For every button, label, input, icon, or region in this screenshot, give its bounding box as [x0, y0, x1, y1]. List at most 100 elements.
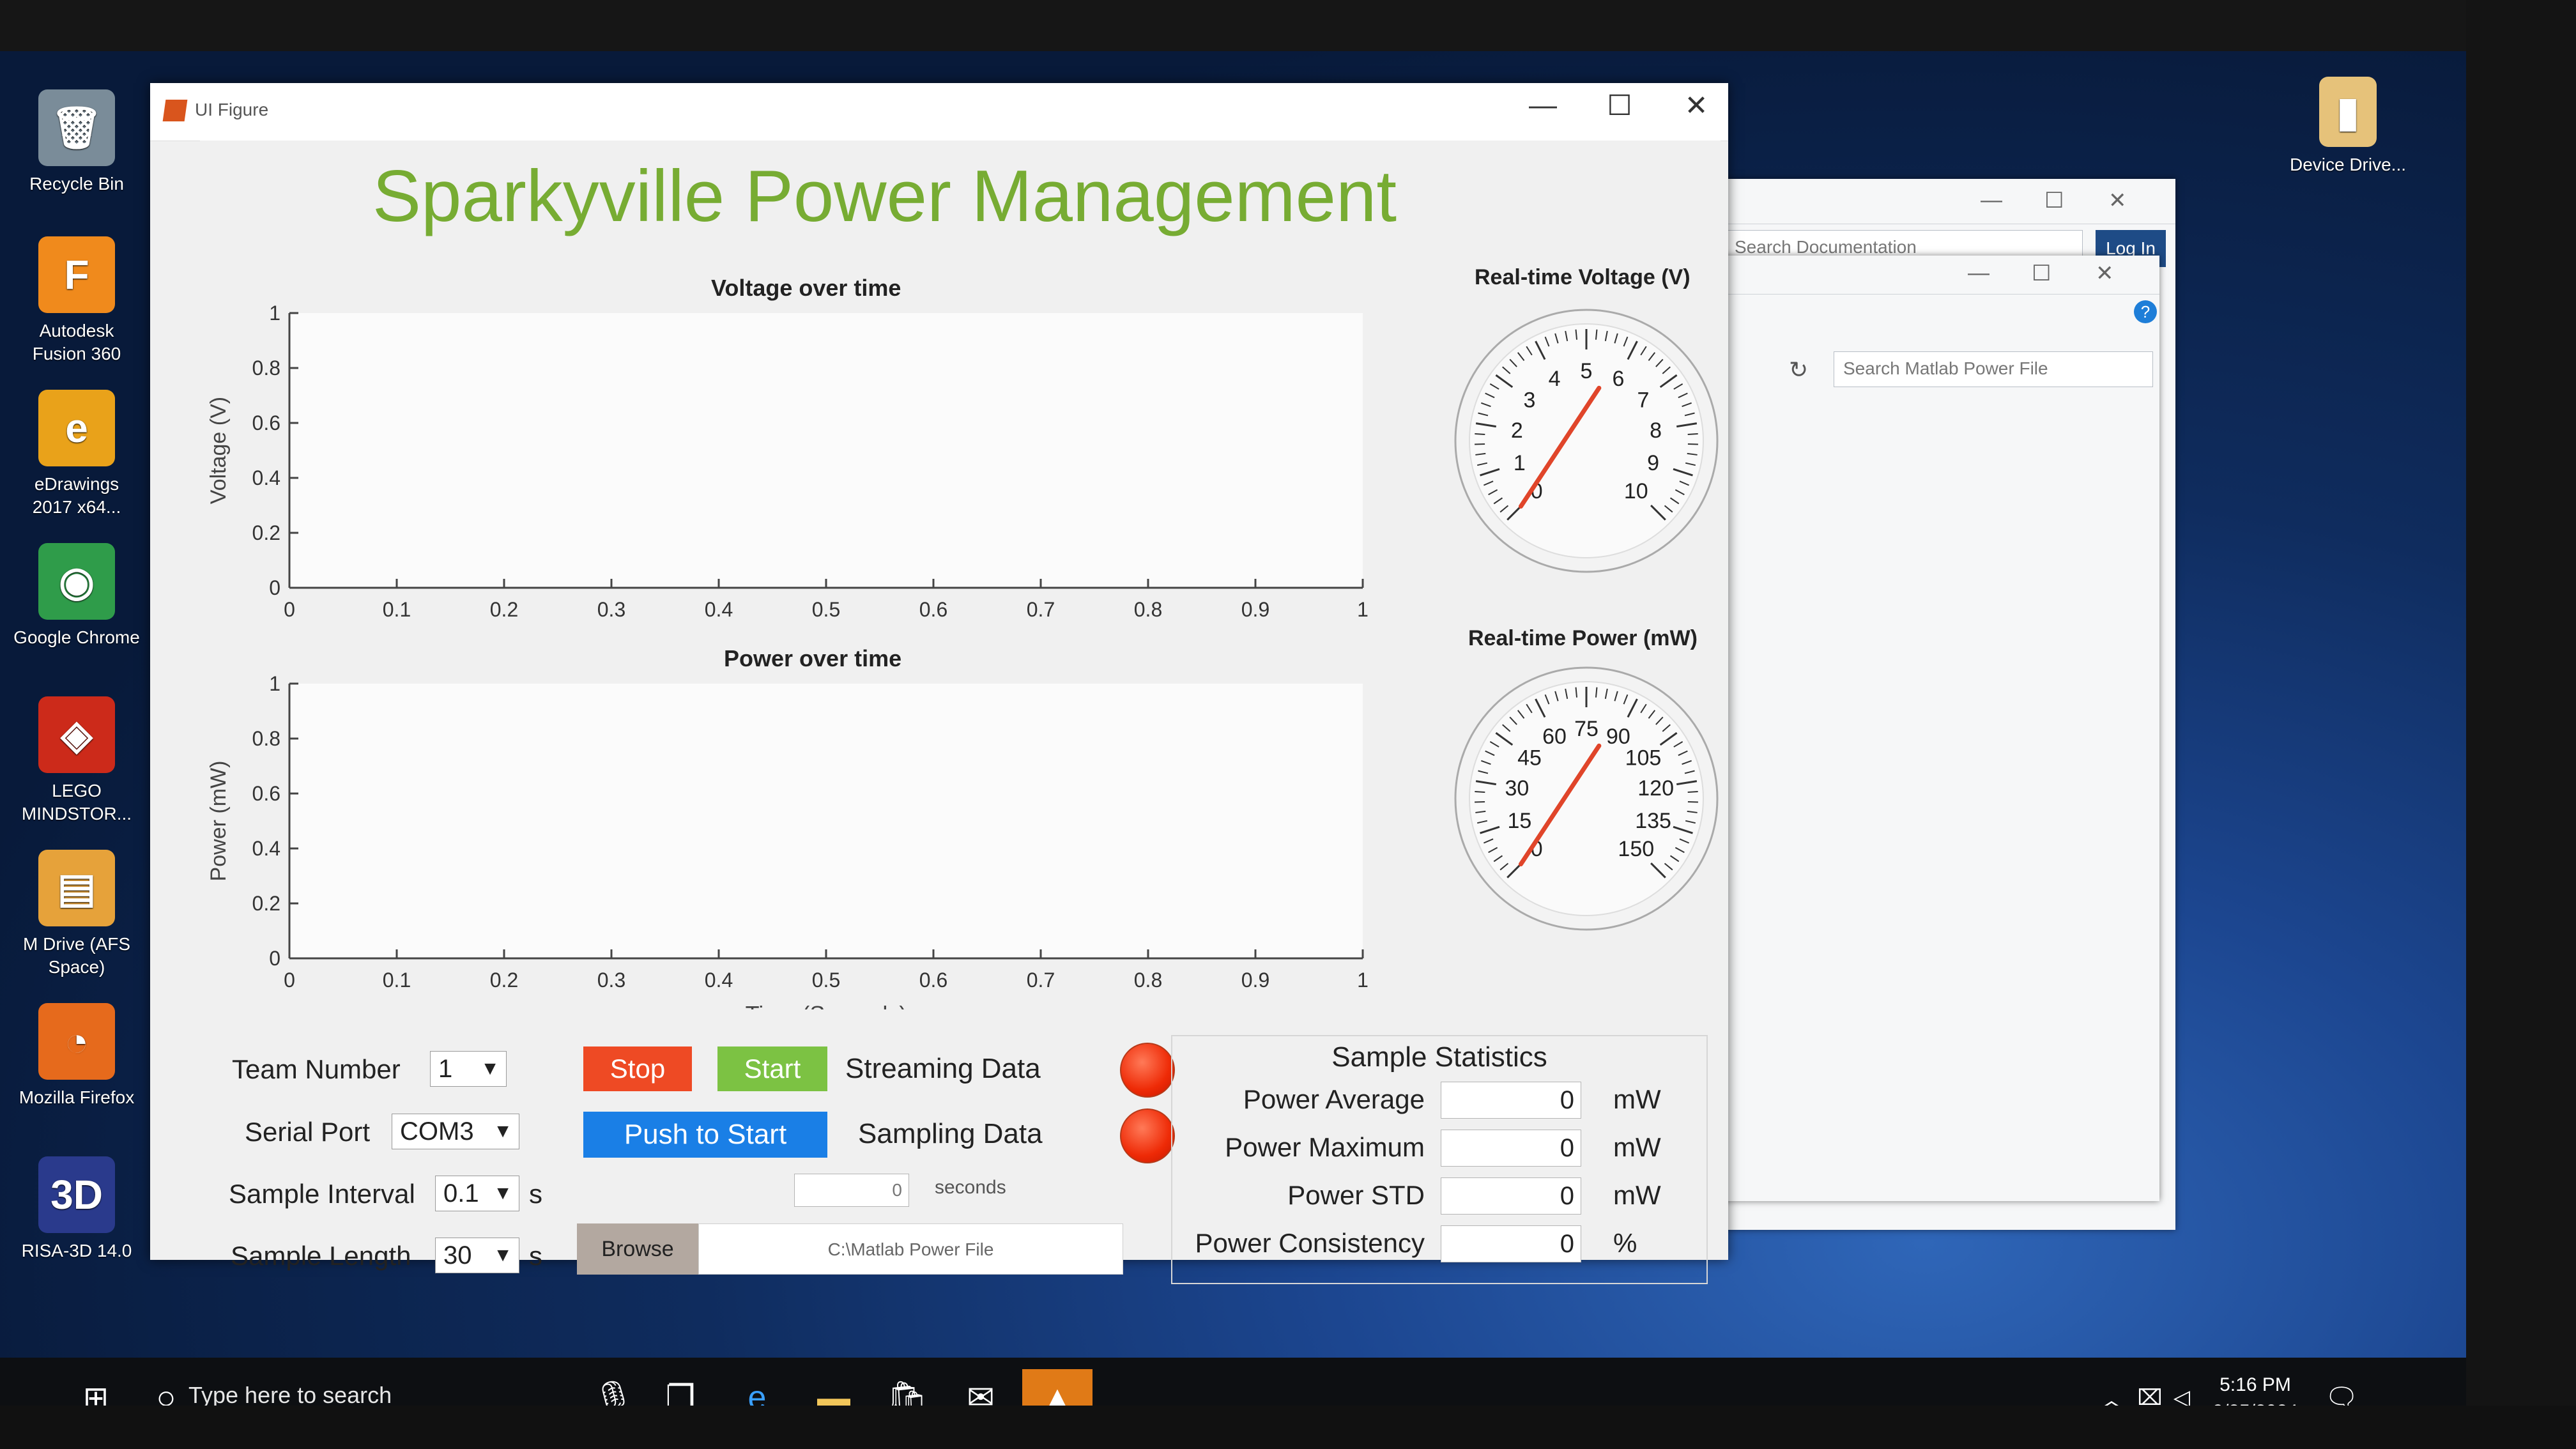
help-icon[interactable]: ?: [2134, 300, 2157, 323]
minimize-icon[interactable]: —: [1981, 188, 2002, 213]
plot-area: [289, 313, 1363, 588]
stat-label: Power Maximum: [1225, 1132, 1425, 1162]
serial-port-dropdown[interactable]: COM3 ▼: [392, 1114, 519, 1149]
maximize-icon[interactable]: ☐: [2044, 188, 2064, 213]
team-number-dropdown[interactable]: 1 ▼: [430, 1051, 507, 1087]
file-window-titlebar: — ☐ ✕: [1712, 256, 2159, 295]
minimize-icon[interactable]: —: [1511, 89, 1575, 121]
file-path-field[interactable]: C:\Matlab Power File: [698, 1223, 1123, 1275]
x-tick-label: 0: [284, 598, 295, 621]
stat-unit: mW: [1613, 1180, 1661, 1210]
y-tick-label: 0.8: [252, 727, 280, 750]
streaming-data-label: Streaming Data: [845, 1053, 1041, 1084]
y-tick-label: 0: [269, 576, 280, 599]
y-tick-label: 0.6: [252, 411, 280, 434]
elapsed-seconds-field: 0: [794, 1174, 909, 1207]
gauge-tick-label: 30: [1505, 776, 1529, 801]
x-tick-label: 0.9: [1241, 598, 1269, 621]
power-gauge: 015304560 75 90105120135150: [1454, 666, 1719, 931]
app-icon: ◔: [38, 1003, 115, 1080]
sample-statistics-title: Sample Statistics: [1331, 1041, 1547, 1073]
stat-label: Power Average: [1243, 1084, 1425, 1114]
app-icon: ◉: [38, 543, 115, 620]
search-file-input[interactable]: Search Matlab Power File: [1834, 351, 2153, 387]
windows-start-icon[interactable]: ⊞: [64, 1369, 128, 1406]
mail-icon[interactable]: ✉: [949, 1369, 1013, 1406]
gauge-tick-label: 105: [1625, 746, 1662, 770]
serial-port-label: Serial Port: [245, 1117, 371, 1147]
desktop-icon-label: RISA-3D 14.0: [21, 1241, 132, 1261]
y-axis-label: Power (mW): [206, 761, 231, 882]
desktop: 🗑 Recycle Bin F Autodesk Fusion 360 e eDrawin…: [0, 51, 2466, 1406]
desktop-icon-7[interactable]: 3D RISA-3D 14.0: [13, 1156, 141, 1262]
power-chart: 0 0.1 0.2 0.3 0.4 0.5 0.6 0.7 0.8 0.9 1 0 0.2 0.4 0.6 0…: [206, 672, 1368, 1009]
microphone-icon[interactable]: 🎙: [581, 1369, 645, 1406]
x-tick-label: 0.8: [1134, 598, 1162, 621]
edge-icon[interactable]: e: [725, 1369, 789, 1406]
matlab-icon: [162, 100, 188, 121]
power-gauge-title: Real-time Power (mW): [1468, 626, 1698, 650]
sample-interval-dropdown[interactable]: 0.1 ▼: [435, 1176, 519, 1211]
gauge-tick-label: 120: [1637, 776, 1674, 801]
x-tick-label: 0.6: [919, 598, 947, 621]
desktop-icon-2[interactable]: e eDrawings 2017 x64...: [13, 390, 141, 519]
y-tick-label: 0.8: [252, 356, 280, 379]
refresh-icon[interactable]: ↻: [1789, 356, 1808, 383]
minimize-icon[interactable]: —: [1968, 261, 1989, 286]
stat-unit: mW: [1613, 1084, 1661, 1114]
stop-button[interactable]: Stop: [583, 1046, 692, 1091]
gauge-tick-label: 5: [1581, 359, 1593, 383]
sample-interval-value: 0.1: [443, 1179, 479, 1208]
x-tick-label: 0.6: [919, 969, 947, 992]
sample-length-dropdown[interactable]: 30 ▼: [435, 1238, 519, 1273]
matlab-taskbar-icon[interactable]: ▲: [1022, 1369, 1092, 1406]
sampling-data-label: Sampling Data: [858, 1118, 1043, 1149]
chevron-down-icon: ▼: [493, 1183, 512, 1204]
close-icon[interactable]: ✕: [2108, 188, 2127, 213]
browse-button[interactable]: Browse: [577, 1223, 698, 1275]
task-view-icon[interactable]: ❐: [648, 1369, 712, 1406]
taskbar-clock[interactable]: 5:16 PM 9/25/2024: [2198, 1372, 2313, 1406]
y-tick-label: 0.6: [252, 782, 280, 805]
gauge-tick-label: 15: [1507, 809, 1531, 833]
app-icon: ▤: [38, 850, 115, 926]
push-to-start-button[interactable]: Push to Start: [583, 1112, 827, 1158]
stat-value-field: 0: [1441, 1082, 1581, 1119]
file-explorer-icon[interactable]: ▬: [802, 1369, 866, 1406]
desktop-icon-device-drive[interactable]: ▮ Device Drive...: [2284, 77, 2412, 176]
gauge-tick-label: 150: [1618, 837, 1654, 861]
app-icon: 🗑: [38, 89, 115, 166]
gauge-tick-label: 9: [1647, 451, 1659, 475]
notifications-icon[interactable]: 🗨: [2310, 1369, 2373, 1406]
gauge-tick-label: 75: [1574, 717, 1598, 741]
chevron-down-icon: ▼: [493, 1245, 512, 1266]
stat-unit: %: [1613, 1228, 1637, 1258]
desktop-icon-4[interactable]: ◈ LEGO MINDSTOR...: [13, 696, 141, 825]
x-tick-label: 0.1: [383, 598, 411, 621]
elapsed-seconds-unit: seconds: [935, 1177, 1006, 1198]
gauge-tick-label: 1: [1514, 451, 1526, 475]
store-icon[interactable]: 🛍: [875, 1369, 939, 1406]
stat-value-field: 0: [1441, 1225, 1581, 1262]
start-button[interactable]: Start: [717, 1046, 827, 1091]
desktop-icon-1[interactable]: F Autodesk Fusion 360: [13, 236, 141, 365]
voltage-chart: 0 0.1 0.2 0.3 0.4 0.5 0.6 0.7 0.8 0.9 1 0 0.2 0.4 0.6 0…: [206, 302, 1368, 621]
monitor-bezel-top: [0, 0, 2576, 51]
close-icon[interactable]: ✕: [2096, 261, 2114, 286]
maximize-icon[interactable]: ☐: [1588, 89, 1652, 122]
close-icon[interactable]: ✕: [1664, 89, 1728, 122]
desktop-icon-5[interactable]: ▤ M Drive (AFS Space): [13, 850, 141, 979]
sample-interval-label: Sample Interval: [229, 1179, 415, 1209]
desktop-icon-0[interactable]: 🗑 Recycle Bin: [13, 89, 141, 195]
desktop-icon-6[interactable]: ◔ Mozilla Firefox: [13, 1003, 141, 1109]
taskbar-search-input[interactable]: Type here to search: [188, 1382, 392, 1406]
chevron-down-icon: ▼: [493, 1121, 512, 1142]
x-tick-label: 0.7: [1027, 598, 1055, 621]
y-tick-label: 1: [269, 672, 280, 695]
matlab-file-window[interactable]: — ☐ ✕ ? Search Matlab Power File ↻: [1712, 256, 2159, 1201]
maximize-icon[interactable]: ☐: [2032, 261, 2051, 286]
desktop-icon-3[interactable]: ◉ Google Chrome: [13, 543, 141, 649]
team-number-label: Team Number: [232, 1054, 401, 1084]
gauge-tick-label: 135: [1635, 809, 1671, 833]
voltage-gauge-title: Real-time Voltage (V): [1475, 265, 1690, 289]
